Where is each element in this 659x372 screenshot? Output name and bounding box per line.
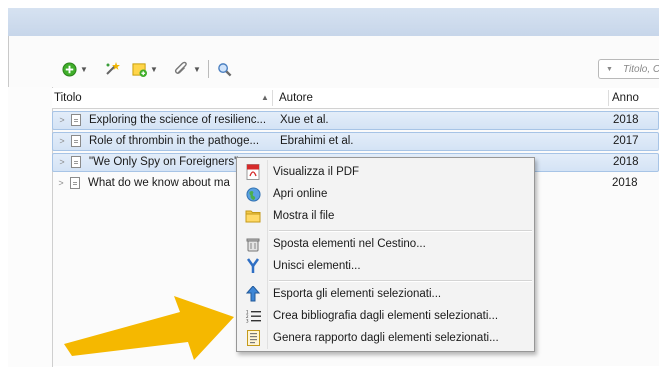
- expand-twisty-icon[interactable]: >: [56, 133, 68, 150]
- collections-pane: [8, 87, 53, 367]
- row-title: Exploring the science of resilienc...: [89, 114, 267, 126]
- menu-item-open-online[interactable]: Apri online: [237, 183, 534, 205]
- advanced-search-button[interactable]: [217, 58, 232, 80]
- chevron-down-icon: ▼: [80, 64, 88, 74]
- merge-icon: [245, 258, 261, 274]
- menu-item-label: Esporta gli elementi selezionati...: [273, 288, 442, 300]
- sort-ascending-icon: ▲: [261, 93, 269, 102]
- document-icon: [71, 156, 81, 168]
- column-separator[interactable]: [608, 90, 609, 106]
- magnifier-icon: [218, 62, 232, 76]
- menu-item-label: Crea bibliografia dagli elementi selezio…: [273, 310, 499, 322]
- menu-item-label: Apri online: [273, 188, 328, 200]
- context-menu: Visualizza il PDF Apri online Mostra il …: [236, 157, 535, 352]
- menu-item-merge[interactable]: Unisci elementi...: [237, 255, 534, 277]
- expand-twisty-icon[interactable]: >: [56, 154, 68, 171]
- column-separator[interactable]: [272, 90, 273, 106]
- document-icon: [71, 114, 81, 126]
- menu-item-export[interactable]: Esporta gli elementi selezionati...: [237, 283, 534, 305]
- report-icon: [245, 330, 261, 346]
- row-author: Ebrahimi et al.: [280, 135, 354, 147]
- menu-item-generate-report[interactable]: Genera rapporto dagli elementi seleziona…: [237, 327, 534, 349]
- plus-circle-icon: [62, 61, 77, 77]
- column-header-year[interactable]: Anno: [612, 88, 639, 108]
- search-placeholder: Titolo, C: [623, 64, 659, 75]
- chevron-down-icon: ▼: [150, 64, 158, 74]
- export-icon: [245, 286, 261, 302]
- new-item-button[interactable]: ▼: [62, 58, 88, 80]
- column-header-title[interactable]: Titolo: [54, 88, 82, 108]
- search-input[interactable]: ▼ Titolo, C: [598, 59, 659, 79]
- row-author: Xue et al.: [280, 114, 329, 126]
- globe-icon: [245, 186, 261, 202]
- column-header-author[interactable]: Autore: [279, 88, 313, 108]
- menu-item-move-to-trash[interactable]: Sposta elementi nel Cestino...: [237, 233, 534, 255]
- menu-item-show-file[interactable]: Mostra il file: [237, 205, 534, 227]
- folder-icon: [245, 208, 261, 224]
- title-bar: [8, 8, 659, 37]
- svg-text:3: 3: [246, 319, 249, 324]
- paperclip-icon: [174, 61, 187, 74]
- add-by-identifier-button[interactable]: [104, 58, 120, 80]
- new-note-button[interactable]: ▼: [132, 58, 158, 80]
- bibliography-icon: 123: [245, 308, 261, 324]
- note-icon: [132, 62, 147, 77]
- add-attachment-button[interactable]: ▼: [174, 58, 201, 80]
- pdf-icon: [245, 164, 261, 180]
- table-row[interactable]: > Exploring the science of resilienc... …: [52, 111, 659, 130]
- row-year: 2018: [612, 177, 638, 189]
- menu-item-label: Sposta elementi nel Cestino...: [273, 238, 426, 250]
- table-header: Titolo ▲ Autore Anno: [52, 88, 659, 109]
- menu-item-label: Unisci elementi...: [273, 260, 361, 272]
- document-icon: [70, 177, 80, 189]
- menu-separator: [269, 280, 532, 282]
- row-year: 2018: [613, 156, 639, 168]
- menu-item-label: Visualizza il PDF: [273, 166, 360, 178]
- magic-wand-icon: [106, 62, 120, 75]
- toolbar-divider: [208, 58, 209, 80]
- row-year: 2017: [613, 135, 639, 147]
- menu-item-label: Mostra il file: [273, 210, 335, 222]
- menu-separator: [269, 230, 532, 232]
- expand-twisty-icon[interactable]: >: [56, 112, 68, 129]
- menu-item-create-bibliography[interactable]: 123 Crea bibliografia dagli elementi sel…: [237, 305, 534, 327]
- row-title: Role of thrombin in the pathoge...: [89, 135, 260, 147]
- table-row[interactable]: > Role of thrombin in the pathoge... Ebr…: [52, 132, 659, 151]
- document-icon: [71, 135, 81, 147]
- menu-item-view-pdf[interactable]: Visualizza il PDF: [237, 161, 534, 183]
- trash-icon: [245, 236, 261, 252]
- expand-twisty-icon[interactable]: >: [55, 174, 67, 193]
- chevron-down-icon: ▼: [606, 66, 613, 73]
- chevron-down-icon: ▼: [193, 64, 201, 74]
- row-year: 2018: [613, 114, 639, 126]
- menu-item-label: Genera rapporto dagli elementi seleziona…: [273, 332, 499, 344]
- items-toolbar: ▼ ▼ ▼: [62, 58, 262, 84]
- pointer-arrow-icon: [64, 296, 234, 360]
